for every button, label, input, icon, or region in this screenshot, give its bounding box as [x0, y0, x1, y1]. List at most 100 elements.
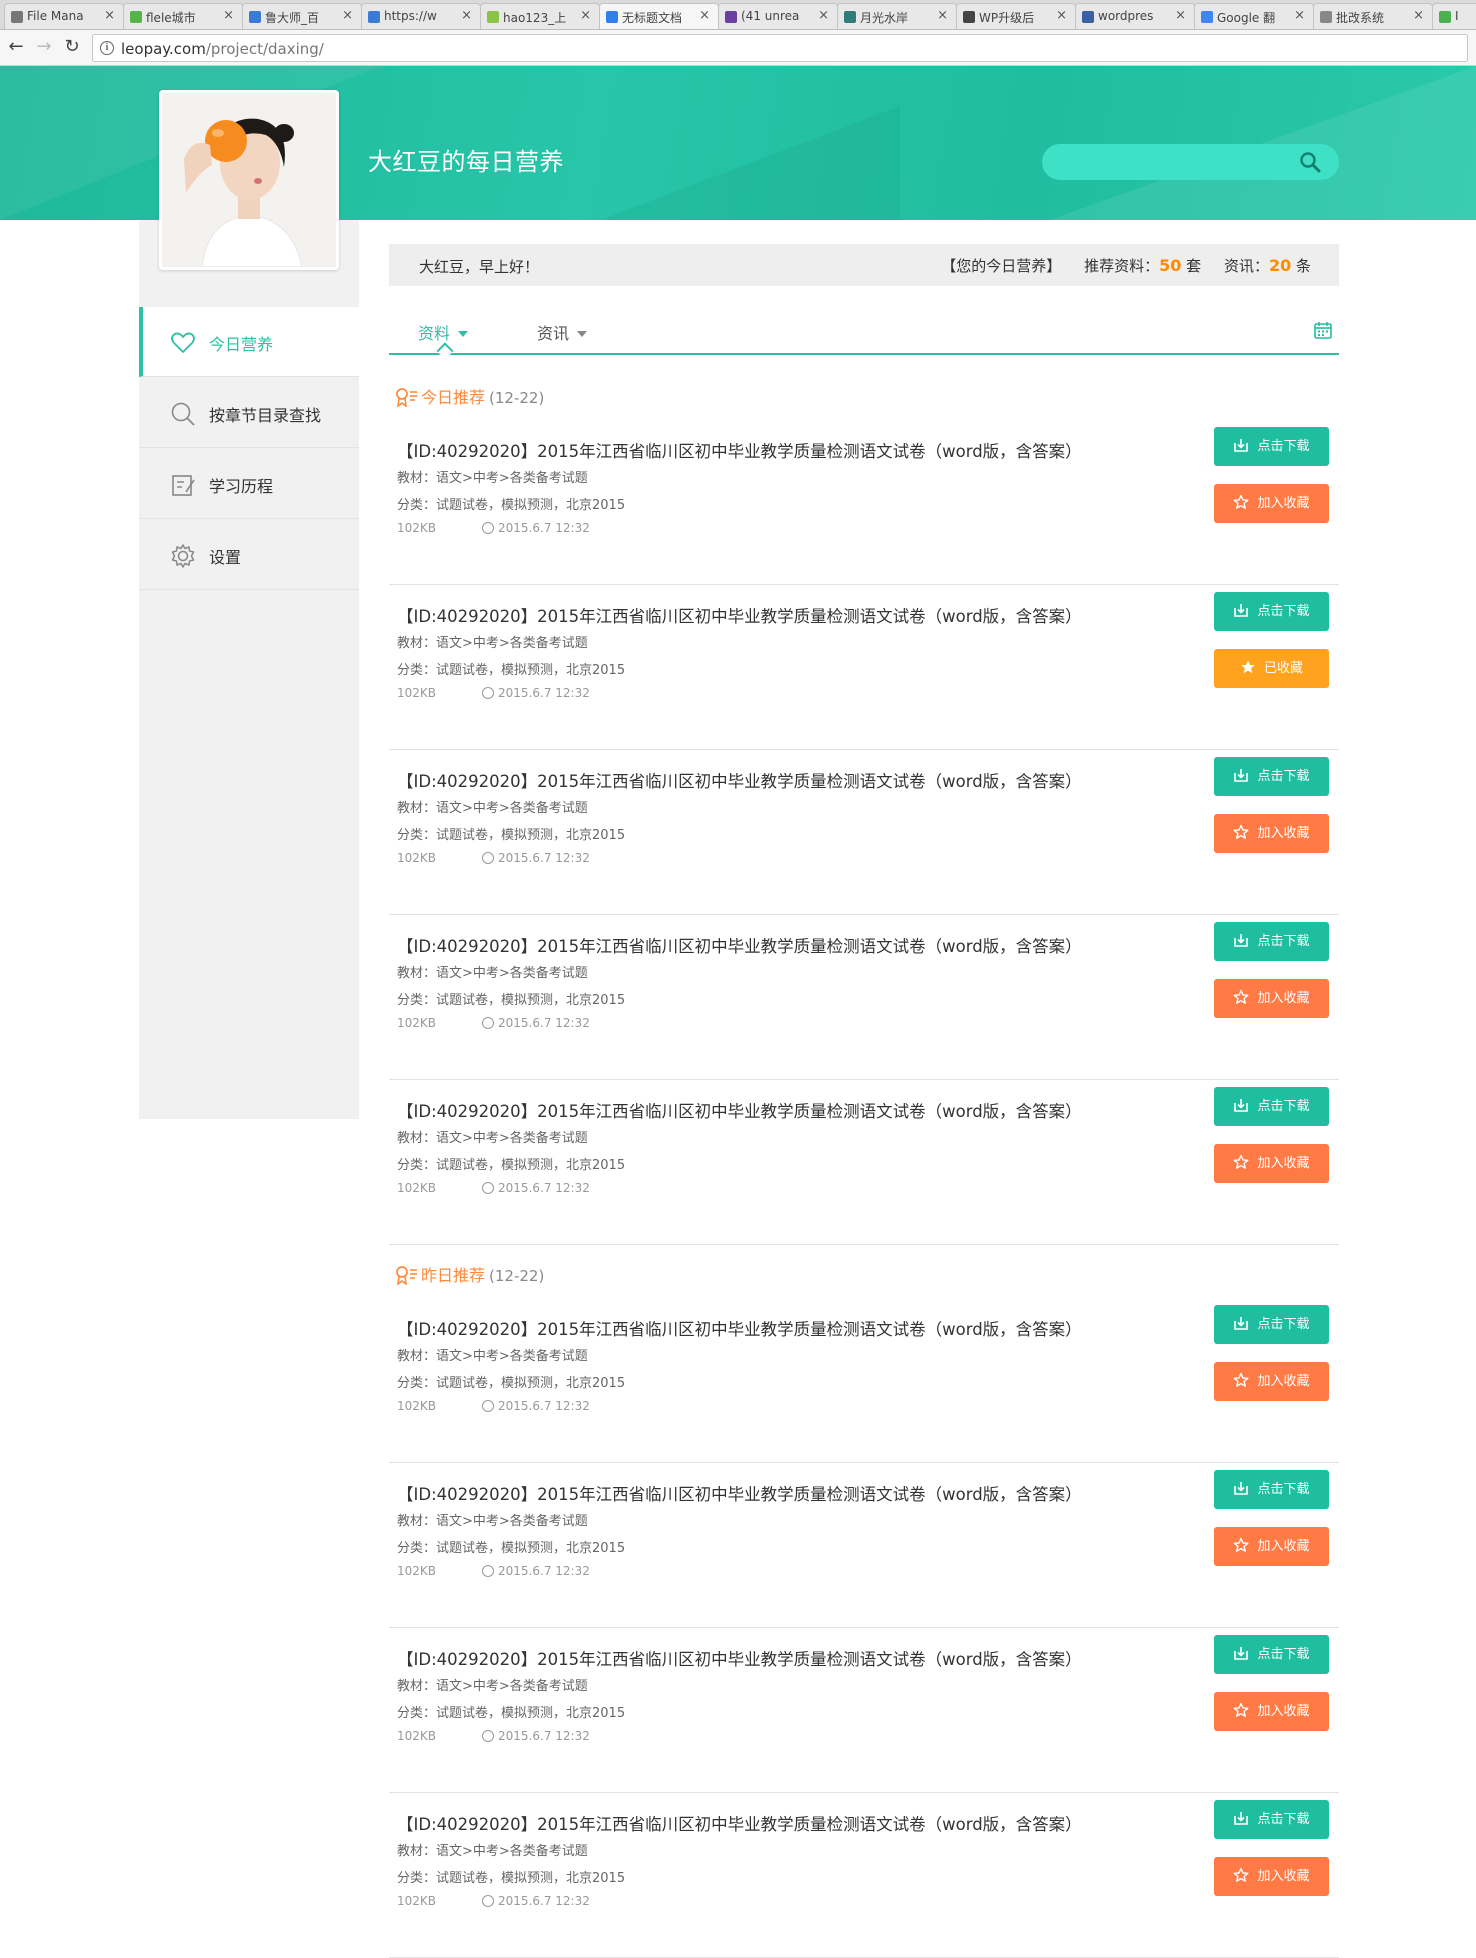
close-icon[interactable]: × — [1175, 8, 1186, 23]
close-icon[interactable]: × — [580, 8, 591, 23]
download-icon — [1234, 934, 1249, 947]
ribbon-icon — [396, 1266, 417, 1285]
item-meta: 102KB 2015.6.7 12:32 — [397, 1181, 590, 1195]
close-icon[interactable]: × — [818, 8, 829, 23]
browser-tab[interactable]: 月光水岸 × — [837, 3, 957, 29]
browser-tab[interactable]: File Mana × — [4, 3, 124, 29]
favicon-icon — [1201, 11, 1213, 23]
list-item: 【ID:40292020】2015年江西省临川区初中毕业教学质量检测语文试卷（w… — [389, 1793, 1339, 1958]
download-button[interactable]: 点击下载 — [1214, 1470, 1329, 1509]
item-title[interactable]: 【ID:40292020】2015年江西省临川区初中毕业教学质量检测语文试卷（w… — [397, 438, 1082, 462]
item-title[interactable]: 【ID:40292020】2015年江西省临川区初中毕业教学质量检测语文试卷（w… — [397, 1481, 1082, 1505]
browser-tab[interactable]: 鲁大师_百 × — [242, 3, 362, 29]
download-icon — [1234, 1099, 1249, 1112]
item-time: 2015.6.7 12:32 — [498, 1894, 590, 1908]
section-date: (12-22) — [489, 389, 545, 407]
section-title: 昨日推荐 (12-22) — [395, 1262, 544, 1286]
sidebar-item[interactable]: 学习历程 — [139, 449, 359, 519]
browser-tab[interactable]: hao123_上 × — [480, 3, 600, 29]
add-favorite-button[interactable]: 加入收藏 — [1214, 979, 1329, 1018]
browser-tab[interactable]: WP升级后 × — [956, 3, 1076, 29]
add-favorite-button[interactable]: 加入收藏 — [1214, 484, 1329, 523]
reload-icon[interactable]: ↻ — [62, 37, 82, 57]
item-title[interactable]: 【ID:40292020】2015年江西省临川区初中毕业教学质量检测语文试卷（w… — [397, 603, 1082, 627]
download-icon — [1234, 604, 1249, 617]
forward-icon[interactable]: → — [34, 37, 54, 57]
ribbon-icon — [396, 388, 417, 407]
download-button[interactable]: 点击下载 — [1214, 757, 1329, 796]
download-button[interactable]: 点击下载 — [1214, 592, 1329, 631]
add-favorite-button[interactable]: 加入收藏 — [1214, 1857, 1329, 1896]
download-button-label: 点击下载 — [1257, 1099, 1310, 1114]
add-favorite-button[interactable]: 加入收藏 — [1214, 814, 1329, 853]
address-url[interactable]: leopay.com/project/daxing/ — [121, 40, 324, 58]
download-icon — [1234, 769, 1249, 782]
favorited-button[interactable]: 已收藏 — [1214, 649, 1329, 688]
sidebar-item[interactable]: 设置 — [139, 520, 359, 590]
add-favorite-button[interactable]: 加入收藏 — [1214, 1362, 1329, 1401]
download-button[interactable]: 点击下载 — [1214, 1800, 1329, 1839]
download-button[interactable]: 点击下载 — [1214, 427, 1329, 466]
close-icon[interactable]: × — [461, 8, 472, 23]
item-title[interactable]: 【ID:40292020】2015年江西省临川区初中毕业教学质量检测语文试卷（w… — [397, 933, 1082, 957]
browser-tab[interactable]: 批改系统 × — [1313, 3, 1433, 29]
avatar[interactable] — [159, 90, 339, 270]
star-outline-icon — [1233, 824, 1249, 839]
sidebar-item[interactable]: 今日营养 — [139, 307, 359, 377]
browser-tab[interactable]: I× — [1432, 3, 1476, 29]
add-favorite-button[interactable]: 加入收藏 — [1214, 1692, 1329, 1731]
download-button[interactable]: 点击下载 — [1214, 1087, 1329, 1126]
item-title[interactable]: 【ID:40292020】2015年江西省临川区初中毕业教学质量检测语文试卷（w… — [397, 768, 1082, 792]
tab-materials[interactable]: 资料 — [418, 320, 469, 344]
item-title[interactable]: 【ID:40292020】2015年江西省临川区初中毕业教学质量检测语文试卷（w… — [397, 1316, 1082, 1340]
browser-tab[interactable]: wordpres × — [1075, 3, 1195, 29]
browser-tab[interactable]: https://w × — [361, 3, 481, 29]
browser-tab-strip: File Mana × flele城市 × 鲁大师_百 × https://w × hao123… — [0, 0, 1476, 30]
download-button-label: 点击下载 — [1257, 1812, 1310, 1827]
tab-news[interactable]: 资讯 — [537, 320, 588, 344]
download-button[interactable]: 点击下载 — [1214, 1635, 1329, 1674]
back-icon[interactable]: ← — [6, 37, 26, 57]
close-icon[interactable]: × — [1056, 8, 1067, 23]
item-time: 2015.6.7 12:32 — [498, 1181, 590, 1195]
close-icon[interactable]: × — [1294, 8, 1305, 23]
list-item: 【ID:40292020】2015年江西省临川区初中毕业教学质量检测语文试卷（w… — [389, 1080, 1339, 1245]
item-title[interactable]: 【ID:40292020】2015年江西省临川区初中毕业教学质量检测语文试卷（w… — [397, 1098, 1082, 1122]
download-button[interactable]: 点击下载 — [1214, 922, 1329, 961]
close-icon[interactable]: × — [223, 8, 234, 23]
download-button[interactable]: 点击下载 — [1214, 1305, 1329, 1344]
item-textbook: 教材：语文>中考>各类备考试题 — [397, 801, 588, 816]
list-item: 【ID:40292020】2015年江西省临川区初中毕业教学质量检测语文试卷（w… — [389, 1298, 1339, 1463]
browser-tab[interactable]: (41 unrea × — [718, 3, 838, 29]
site-info-icon[interactable]: i — [100, 41, 114, 55]
download-icon — [1234, 1812, 1249, 1825]
browser-tab[interactable]: flele城市 × — [123, 3, 243, 29]
list-item: 【ID:40292020】2015年江西省临川区初中毕业教学质量检测语文试卷（w… — [389, 750, 1339, 915]
close-icon[interactable]: × — [1413, 8, 1424, 23]
close-icon[interactable]: × — [937, 8, 948, 23]
browser-tab-label: 月光水岸 — [860, 11, 909, 25]
item-size: 102KB — [397, 521, 437, 535]
favorite-button-label: 加入收藏 — [1257, 1869, 1310, 1884]
search-icon[interactable] — [1299, 151, 1321, 173]
item-time: 2015.6.7 12:32 — [498, 521, 590, 535]
add-favorite-button[interactable]: 加入收藏 — [1214, 1144, 1329, 1183]
favicon-icon — [130, 11, 142, 23]
browser-tab[interactable]: 无标题文档 × — [599, 3, 719, 29]
close-icon[interactable]: × — [342, 8, 353, 23]
search-box[interactable] — [1042, 144, 1339, 180]
address-bar[interactable]: i leopay.com/project/daxing/ — [92, 34, 1468, 62]
item-title[interactable]: 【ID:40292020】2015年江西省临川区初中毕业教学质量检测语文试卷（w… — [397, 1646, 1082, 1670]
item-title[interactable]: 【ID:40292020】2015年江西省临川区初中毕业教学质量检测语文试卷（w… — [397, 1811, 1082, 1835]
search-input[interactable] — [1058, 150, 1288, 174]
sidebar-item[interactable]: 按章节目录查找 — [139, 378, 359, 448]
calendar-icon[interactable] — [1313, 320, 1333, 340]
download-button-label: 点击下载 — [1257, 439, 1310, 454]
tab-news-label: 资讯 — [537, 324, 570, 343]
heart-icon — [171, 332, 195, 353]
add-favorite-button[interactable]: 加入收藏 — [1214, 1527, 1329, 1566]
browser-tab[interactable]: Google 翻 × — [1194, 3, 1314, 29]
close-icon[interactable]: × — [104, 8, 115, 23]
close-icon[interactable]: × — [699, 8, 710, 23]
item-time: 2015.6.7 12:32 — [498, 686, 590, 700]
